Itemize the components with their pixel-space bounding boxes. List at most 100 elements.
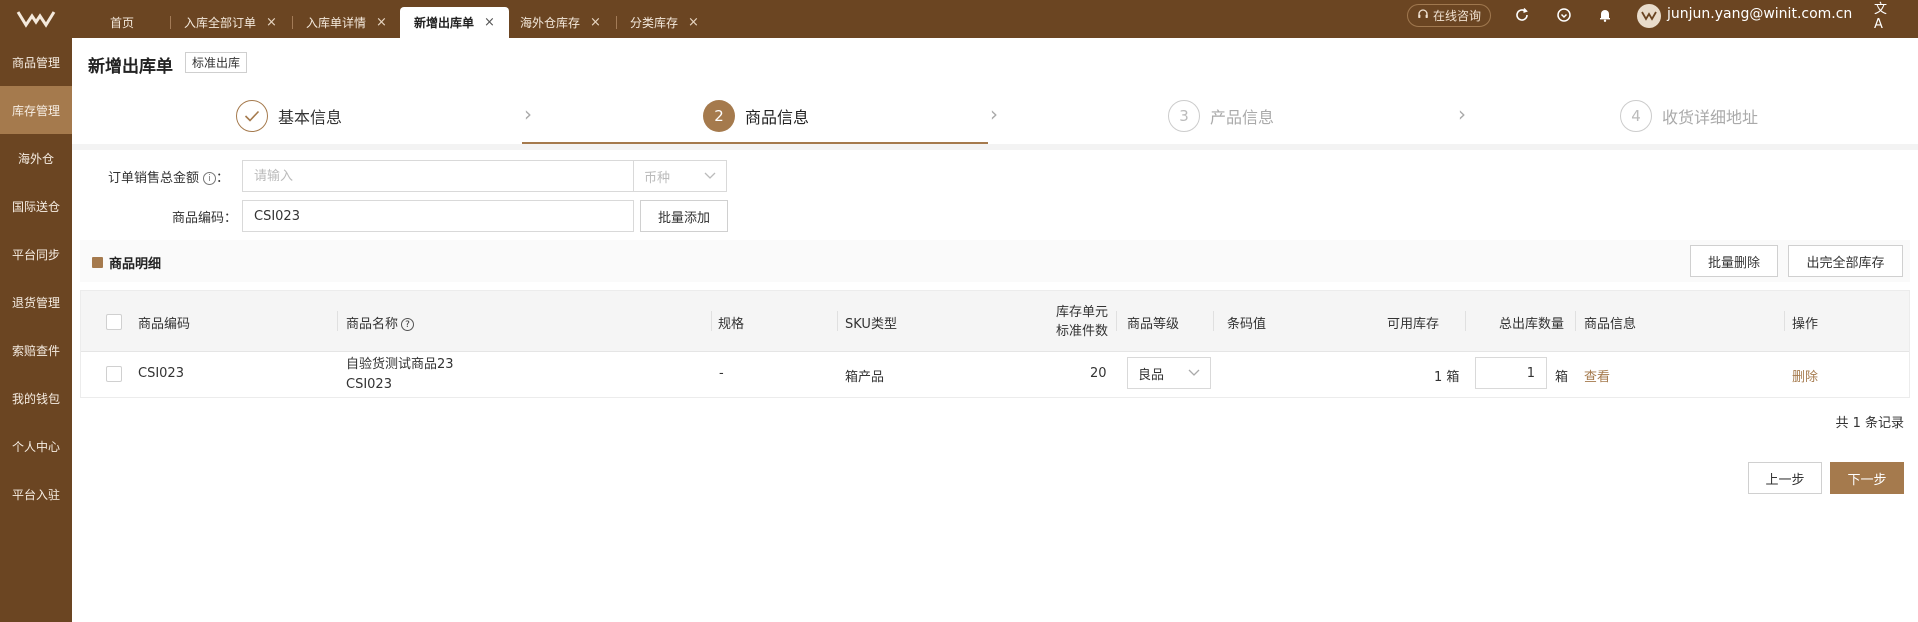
table-header: 商品编码 商品名称? 规格 SKU类型 库存单元 标准件数 商品等级 条码值 可… [81, 291, 1909, 352]
currency-placeholder: 币种 [644, 170, 671, 186]
consult-label: 在线咨询 [1433, 9, 1482, 23]
cell-product-name: 自验货测试商品23 CSI023 [346, 355, 454, 395]
tab-home[interactable]: 首页 [96, 7, 148, 38]
grade-value: 良品 [1138, 367, 1165, 383]
order-amount-label: 订单销售总金额 i： [108, 167, 229, 186]
column-divider [1575, 311, 1576, 331]
product-table: 商品编码 商品名称? 规格 SKU类型 库存单元 标准件数 商品等级 条码值 可… [80, 290, 1910, 398]
tab-label: 新增出库单 [414, 16, 475, 30]
product-code-input[interactable] [242, 200, 634, 232]
sidebar-item-returns[interactable]: 退货管理 [0, 278, 72, 326]
column-divider [711, 311, 712, 331]
step-delivery-address[interactable]: 4 收货详细地址 [1620, 100, 1758, 132]
col-outbound-qty: 总出库数量 [1499, 317, 1565, 332]
logo-icon[interactable] [0, 0, 72, 38]
delete-row-link[interactable]: 删除 [1792, 366, 1818, 385]
col-product-name-text: 商品名称 [346, 317, 399, 332]
sidebar: 商品管理 库存管理 海外仓 国际送仓 平台同步 退货管理 索赔查件 我的钱包 个… [0, 38, 72, 622]
language-icon[interactable]: 文A [1874, 2, 1894, 32]
refresh-icon[interactable] [1512, 5, 1532, 25]
row-checkbox[interactable] [106, 366, 122, 382]
chevron-right-icon: › [524, 102, 532, 126]
product-name-text: 自验货测试商品23 [346, 357, 454, 372]
step-basic-info[interactable]: 基本信息 [236, 100, 342, 132]
sidebar-item-platform-onboarding[interactable]: 平台入驻 [0, 470, 72, 518]
bulk-delete-button[interactable]: 批量删除 [1690, 245, 1778, 277]
ship-all-stock-button[interactable]: 出完全部库存 [1788, 245, 1903, 277]
table-row: CSI023 自验货测试商品23 CSI023 - 箱产品 20 良品 1 箱 … [81, 352, 1909, 397]
close-icon[interactable]: × [590, 15, 601, 30]
info-icon[interactable]: i [203, 172, 217, 185]
sidebar-item-platform-sync[interactable]: 平台同步 [0, 230, 72, 278]
online-consult-button[interactable]: 在线咨询 [1407, 4, 1492, 27]
shield-heart-icon[interactable] [1554, 5, 1574, 25]
section-title-text: 商品明细 [109, 257, 162, 272]
step-product-info[interactable]: 2 商品信息 [703, 100, 809, 132]
col-unit-count-line2: 标准件数 [1056, 324, 1109, 339]
sidebar-item-international-delivery[interactable]: 国际送仓 [0, 182, 72, 230]
amount-label-text: 订单销售总金额 [108, 171, 200, 186]
avatar[interactable] [1637, 4, 1661, 28]
close-icon[interactable]: × [376, 15, 387, 30]
col-spec: 规格 [718, 317, 745, 332]
sidebar-item-wallet[interactable]: 我的钱包 [0, 374, 72, 422]
next-step-button[interactable]: 下一步 [1830, 462, 1904, 494]
sidebar-item-claims[interactable]: 索赔查件 [0, 326, 72, 374]
list-icon [92, 257, 103, 268]
col-available-stock: 可用库存 [1387, 317, 1440, 332]
prev-step-button[interactable]: 上一步 [1748, 462, 1822, 494]
label-colon: ： [216, 171, 230, 186]
headset-icon [1417, 8, 1429, 23]
chevron-down-icon [704, 169, 716, 184]
currency-select[interactable]: 币种 [633, 160, 727, 192]
step-number: 3 [1168, 100, 1200, 132]
cell-product-code: CSI023 [138, 366, 184, 381]
close-icon[interactable]: × [484, 15, 495, 30]
column-divider [337, 311, 338, 331]
help-icon[interactable]: ? [401, 318, 415, 331]
step-number: 2 [703, 100, 735, 132]
col-grade: 商品等级 [1127, 317, 1180, 332]
cell-outbound-unit: 箱 [1555, 370, 1569, 385]
cell-sku-type: 箱产品 [845, 370, 885, 385]
col-action: 操作 [1792, 317, 1819, 332]
order-amount-input[interactable] [242, 160, 634, 192]
cell-spec: - [719, 366, 724, 381]
section-header [80, 240, 1910, 282]
product-code-label: 商品编码： [172, 211, 238, 226]
close-icon[interactable]: × [266, 15, 277, 30]
column-divider [1465, 311, 1466, 331]
top-bar: 首页 入库全部订单 × 入库单详情 × 新增出库单 × 海外仓库存 × 分类库存 × 在线… [0, 0, 1918, 38]
tab-label: 入库全部订单 [184, 16, 257, 30]
tab-category-stock[interactable]: 分类库存 × [616, 7, 713, 38]
tab-new-outbound[interactable]: 新增出库单 × [400, 7, 509, 38]
user-email[interactable]: junjun.yang@winit.com.cn [1667, 6, 1852, 22]
bell-icon[interactable] [1595, 5, 1615, 25]
tab-inbound-orders[interactable]: 入库全部订单 × [170, 7, 291, 38]
tab-overseas-stock[interactable]: 海外仓库存 × [506, 7, 615, 38]
close-icon[interactable]: × [688, 15, 699, 30]
select-all-checkbox[interactable] [106, 314, 122, 330]
product-name-code: CSI023 [346, 377, 392, 392]
tab-inbound-detail[interactable]: 入库单详情 × [292, 7, 401, 38]
col-product-code: 商品编码 [138, 317, 191, 332]
view-product-link[interactable]: 查看 [1584, 366, 1610, 385]
step-label: 收货详细地址 [1662, 108, 1759, 127]
col-sku-type: SKU类型 [845, 317, 897, 332]
col-product-info: 商品信息 [1584, 317, 1637, 332]
col-barcode: 条码值 [1227, 317, 1267, 332]
outbound-qty-input[interactable] [1475, 357, 1547, 389]
divider [72, 144, 1918, 150]
step-label: 商品信息 [745, 108, 810, 127]
cell-available-stock: 1 箱 [1434, 370, 1460, 385]
grade-select[interactable]: 良品 [1127, 357, 1211, 389]
sidebar-item-overseas-warehouse[interactable]: 海外仓 [0, 134, 72, 182]
col-unit-count-line1: 库存单元 [1056, 305, 1109, 320]
section-title: 商品明细 [92, 253, 161, 272]
record-count: 共 1 条记录 [1835, 416, 1904, 431]
step-service-info[interactable]: 3 产品信息 [1168, 100, 1274, 132]
sidebar-item-products[interactable]: 商品管理 [0, 38, 72, 86]
bulk-add-button[interactable]: 批量添加 [640, 200, 728, 232]
sidebar-item-profile[interactable]: 个人中心 [0, 422, 72, 470]
sidebar-item-inventory[interactable]: 库存管理 [0, 86, 72, 134]
